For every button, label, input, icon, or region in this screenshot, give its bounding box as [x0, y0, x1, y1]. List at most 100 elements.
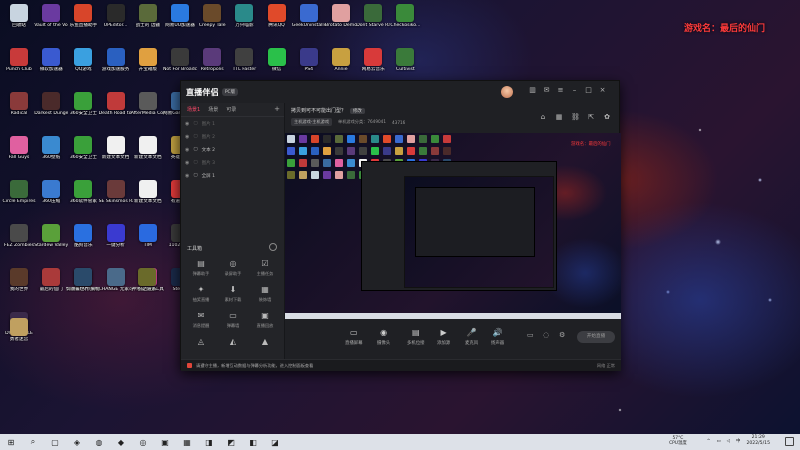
desktop-icon[interactable]: 乐鱼直播助手 — [66, 4, 100, 42]
desktop-icon[interactable]: 微软加速器 — [34, 48, 68, 86]
desktop-icon[interactable]: 360压缩 — [34, 180, 68, 218]
maximize-icon[interactable]: □ — [585, 86, 592, 94]
desktop-icon[interactable]: Checkosiko... — [388, 4, 422, 42]
stream-control[interactable]: ▶ 添加源 — [437, 328, 450, 346]
stream-control[interactable]: 🎤 麦克风 — [465, 328, 478, 346]
desktop-icon[interactable]: Circle Empires — [2, 180, 36, 218]
share-icon[interactable]: ⇱ — [587, 113, 595, 121]
desktop-icon[interactable]: 回收站 — [2, 4, 36, 42]
toolbox-item[interactable]: ▲ — [249, 337, 281, 349]
source-item[interactable]: ◉ ▢ 图片 2 — [181, 130, 284, 143]
minimize-icon[interactable]: – — [571, 86, 578, 94]
edit-room-button[interactable]: 修改 — [350, 107, 365, 114]
desktop-icon[interactable]: Radical — [2, 92, 36, 130]
desktop-icon[interactable]: Stardew Valley — [34, 224, 68, 262]
avatar[interactable] — [501, 86, 513, 98]
desktop-icon[interactable]: 网易UU加速器 — [163, 4, 197, 42]
toolbox-item[interactable]: ▣ 直播回放 — [249, 311, 281, 329]
start-icon[interactable]: ⊞ — [5, 436, 17, 448]
desktop-icon[interactable]: 酷狗音乐 — [66, 224, 100, 262]
tab-scene-1[interactable]: 场景1 — [187, 106, 200, 113]
desktop-icon[interactable]: 腾讯QQ — [260, 4, 294, 42]
settings-icon[interactable]: ✿ — [603, 113, 611, 121]
desktop-icon[interactable]: Fall Guys — [2, 136, 36, 174]
close-icon[interactable]: × — [599, 86, 606, 94]
add-scene-icon[interactable]: + — [274, 105, 280, 113]
toolbox-item[interactable]: ☑ 主播任务 — [249, 259, 281, 277]
desktop-icon[interactable]: Vault of the Void 迷宫 — [34, 4, 68, 42]
desktop-icon[interactable]: 360安全卫士 — [66, 136, 100, 174]
desktop-icon[interactable]: 万兴喵影 — [227, 4, 261, 42]
toolbox-item[interactable]: ⬇ 素材下载 — [217, 285, 249, 303]
stream-preview[interactable]: 游戏名：最后的仙门 — [285, 133, 621, 319]
desktop-icon[interactable]: 勇者迷宫 — [2, 318, 36, 356]
source-item[interactable]: ◉ ▢ 全屏 1 — [181, 169, 284, 182]
desktop-icon[interactable]: Darkest Dungeon — [34, 92, 68, 130]
toolbox-item[interactable]: ▤ 弹幕助手 — [185, 259, 217, 277]
stream-control[interactable]: ▤ 多机位接 — [407, 328, 425, 346]
room-category[interactable]: 主机游戏-主机游戏 — [291, 118, 333, 126]
toolbox-item[interactable]: ◎ 录屏助手 — [217, 259, 249, 277]
desktop-icon[interactable]: Punch Club — [2, 48, 36, 86]
shirt-icon[interactable]: ▥ — [529, 86, 536, 94]
desktop-icon[interactable]: Dont Starve Rake... — [356, 4, 390, 42]
desktop-icon[interactable]: 一键分析 — [99, 224, 133, 262]
desktop-icon[interactable]: AfterMedia Control — [131, 92, 165, 130]
desktop-icon[interactable]: 新建文本文档 — [131, 180, 165, 218]
toolbox-item[interactable]: ▦ 装饰墙 — [249, 285, 281, 303]
desktop-icon[interactable]: QQ游戏 — [66, 48, 100, 86]
cpu-temp[interactable]: 57°C CPU温度 — [669, 436, 687, 446]
toolbox-item[interactable]: ✉ 消息提醒 — [185, 311, 217, 329]
desktop-icon[interactable]: 织之道系 — [130, 268, 164, 306]
clock[interactable]: 21:29 2022/5/15 — [746, 435, 770, 447]
visibility-eye-icon[interactable]: ◉ — [185, 134, 189, 140]
desktop-icon[interactable]: GeekUninstaller — [292, 4, 326, 42]
desktop-icon[interactable]: 最后的仙门 — [34, 268, 68, 306]
toolbox-item[interactable]: ▭ 弹幕墙 — [217, 311, 249, 329]
volume-icon[interactable]: ◁ — [727, 439, 730, 444]
toolbox-item[interactable]: ◭ — [217, 337, 249, 349]
search-icon[interactable]: ⌕ — [27, 436, 39, 448]
taskbar-app-icon[interactable]: ▣ — [159, 436, 171, 448]
desktop-icon[interactable]: CHANGE 无家可归 — [99, 268, 133, 306]
desktop-icon[interactable]: 饥饿鲨世界 果物挂 — [66, 268, 100, 306]
source-item[interactable]: ◉ ▢ 图片 3 — [181, 156, 284, 169]
desktop-icon[interactable]: Brotato Demo — [324, 4, 358, 42]
taskbar-app-icon[interactable]: ▢ — [49, 436, 61, 448]
tab-recordable[interactable]: 可录 — [226, 106, 236, 113]
status-text[interactable]: 请遵守主播，新增互动数据与弹幕分析功能，进入控制面板查看 — [196, 363, 313, 369]
stream-control[interactable]: ▭ 直播屏幕 — [345, 328, 363, 346]
mail-icon[interactable]: ✉ — [543, 86, 550, 94]
desktop-icon[interactable]: FEZ Zombies — [2, 224, 36, 262]
desktop-icon[interactable]: 新建文本文档 — [131, 136, 165, 174]
desktop-icon[interactable]: TIM — [131, 224, 165, 262]
taskbar-app-icon[interactable]: ◈ — [71, 436, 83, 448]
grid-icon[interactable]: ▦ — [555, 113, 563, 121]
desktop-icon[interactable]: 360壁纸 — [34, 136, 68, 174]
gear-icon[interactable]: ⚙ — [559, 331, 565, 339]
desktop-icon[interactable]: 开宝箱版 — [131, 48, 165, 86]
start-stream-button[interactable]: 开始直播 — [577, 331, 615, 343]
stream-control[interactable]: ◉ 摄像头 — [377, 328, 390, 346]
toolbox-settings-icon[interactable] — [269, 243, 277, 251]
taskbar-app-icon[interactable]: ◆ — [115, 436, 127, 448]
toolbox-item[interactable]: ✦ 抽奖直播 — [185, 285, 217, 303]
desktop-icon[interactable]: 360安全卫士 — [66, 92, 100, 130]
desktop-icon[interactable]: 360软件管家 — [66, 180, 100, 218]
taskbar-app-icon[interactable]: ◨ — [203, 436, 215, 448]
desktop-icon[interactable]: 新建文本文档 — [99, 136, 133, 174]
toolbox-item[interactable]: ◬ — [185, 337, 217, 349]
taskbar-app-icon[interactable]: ◧ — [247, 436, 259, 448]
visibility-eye-icon[interactable]: ◉ — [185, 121, 189, 127]
link-icon[interactable]: ⛓ — [571, 113, 580, 121]
stream-control[interactable]: 🔊 扬声器 — [491, 328, 504, 346]
taskbar-app-icon[interactable]: ◩ — [225, 436, 237, 448]
menu-icon[interactable]: ≡ — [557, 86, 564, 94]
visibility-eye-icon[interactable]: ◉ — [185, 160, 189, 166]
camera-icon[interactable]: ▭ — [527, 331, 534, 339]
desktop-icon[interactable]: 游戏加速服务 — [99, 48, 133, 86]
network-icon[interactable]: ▭ — [716, 439, 720, 444]
ime-icon[interactable]: 中 — [736, 438, 740, 444]
desktop-icon[interactable]: 我的世界 — [2, 268, 36, 306]
beauty-icon[interactable]: ◌ — [543, 331, 549, 339]
